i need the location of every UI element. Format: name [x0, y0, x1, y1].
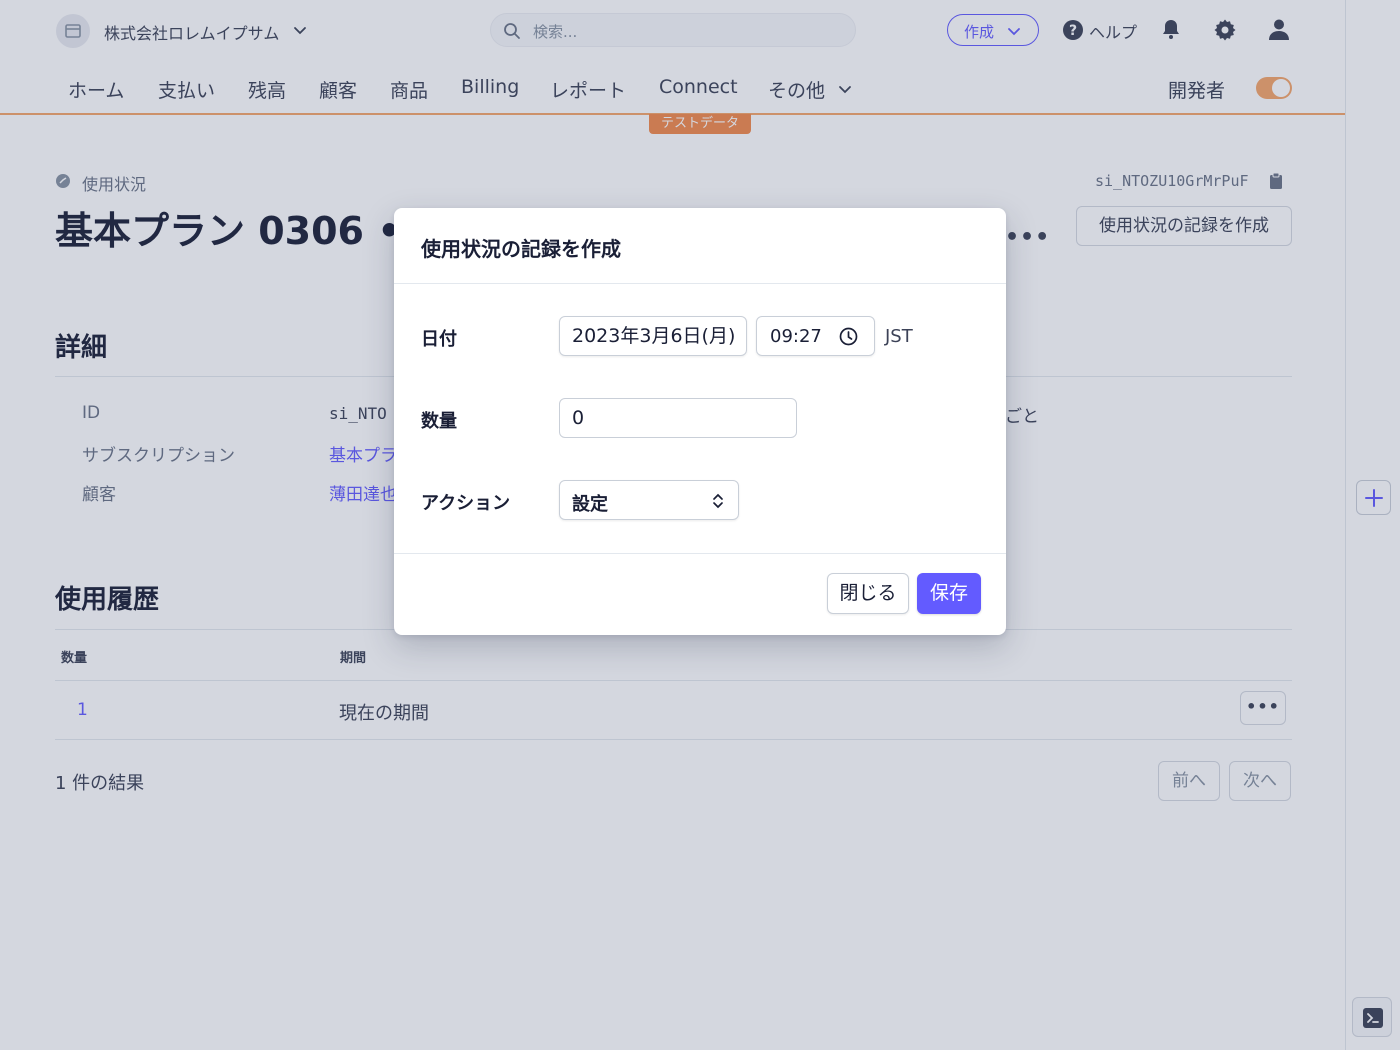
chevron-updown-icon	[713, 493, 723, 509]
action-label: アクション	[421, 493, 511, 514]
dialog-title: 使用状況の記録を作成	[421, 237, 621, 261]
date-picker[interactable]: 2023年3月6日(月)	[559, 316, 747, 356]
time-input[interactable]: 09:27	[756, 316, 875, 356]
close-button[interactable]: 閉じる	[827, 573, 909, 614]
quantity-input[interactable]	[559, 398, 797, 438]
timezone-label: JST	[885, 326, 913, 347]
divider	[394, 283, 1006, 284]
date-label: 日付	[421, 329, 457, 350]
save-button[interactable]: 保存	[917, 573, 981, 614]
time-value: 09:27	[770, 326, 822, 347]
clock-icon	[839, 327, 858, 346]
action-selected-value: 設定	[572, 494, 608, 515]
divider	[394, 553, 1006, 554]
quantity-label: 数量	[421, 411, 457, 432]
action-select[interactable]: 設定	[559, 480, 739, 520]
create-usage-record-dialog: 使用状況の記録を作成 日付 2023年3月6日(月) 09:27 JST 数量 …	[394, 208, 1006, 635]
